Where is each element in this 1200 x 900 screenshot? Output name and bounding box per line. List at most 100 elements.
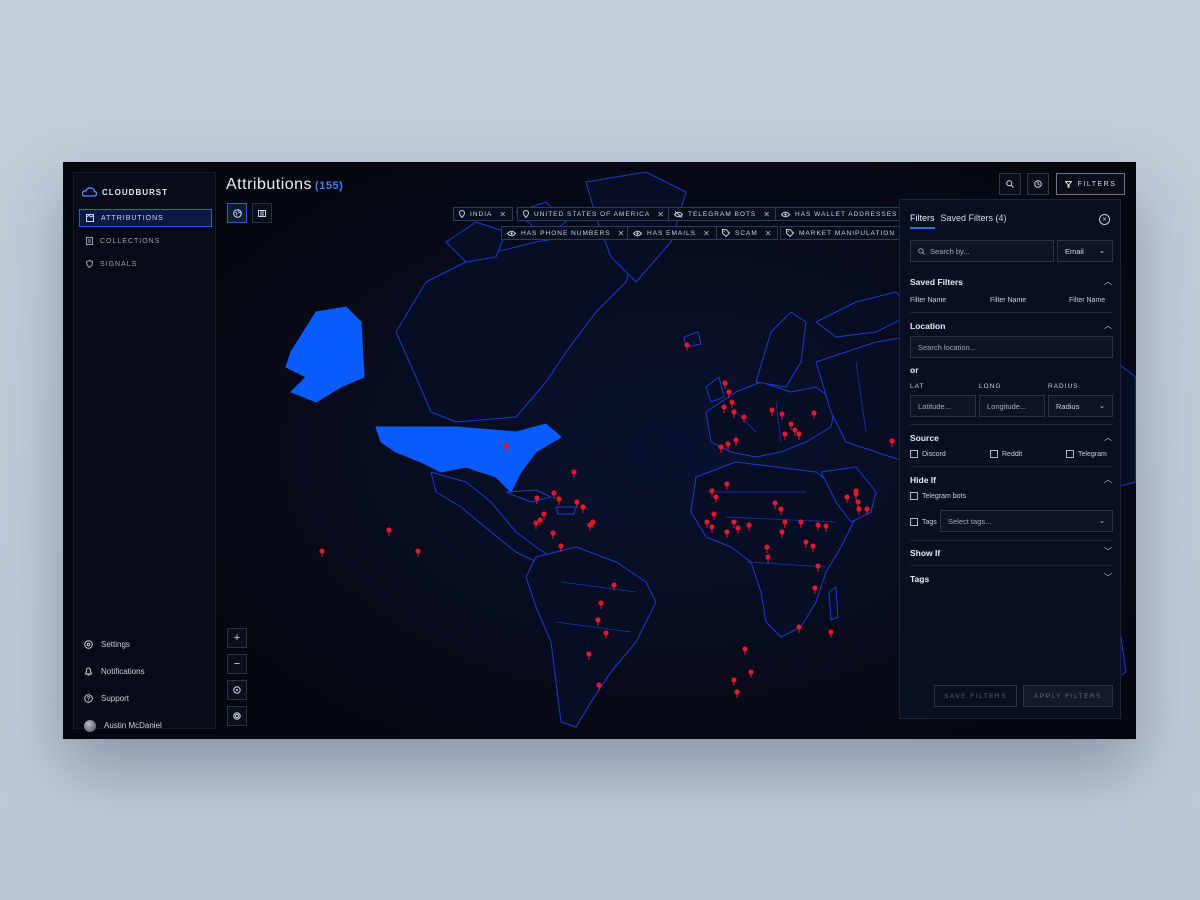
chevron-up-icon[interactable]: ︿ xyxy=(1104,320,1112,331)
recenter-button[interactable] xyxy=(227,680,247,700)
tag-icon xyxy=(722,229,730,237)
sidebar-item-signals[interactable]: SIGNALS xyxy=(79,255,212,273)
search-type-value: Email xyxy=(1065,246,1084,256)
notifications-label: Notifications xyxy=(101,667,145,676)
sidebar-item-attributions[interactable]: ATTRIBUTIONS xyxy=(79,209,212,227)
chip-label: SCAM xyxy=(735,229,758,237)
attribution-pin xyxy=(828,629,834,635)
source-telegram-checkbox[interactable]: Telegram xyxy=(1066,450,1107,458)
tab-filters[interactable]: Filters xyxy=(910,213,935,229)
checkbox[interactable] xyxy=(1066,450,1074,458)
filter-chip-market-manipulation[interactable]: MARKET MANIPULATION✕ xyxy=(780,226,916,240)
user-profile[interactable]: Austin McDaniel xyxy=(84,712,209,739)
checkbox[interactable] xyxy=(910,518,918,526)
source-reddit-checkbox[interactable]: Reddit xyxy=(990,450,1022,458)
settings-label: Settings xyxy=(101,640,130,649)
table-view-toggle[interactable] xyxy=(252,203,272,223)
attribution-pin xyxy=(711,511,717,517)
attribution-pin xyxy=(823,523,829,529)
checkbox[interactable] xyxy=(910,450,918,458)
close-icon[interactable]: ✕ xyxy=(1099,214,1110,225)
search-input[interactable]: Search by... xyxy=(910,240,1054,262)
zoom-in-button[interactable]: + xyxy=(227,628,247,648)
filter-chip-emails[interactable]: HAS EMAILS ✕ xyxy=(627,226,717,240)
saved-filter-item[interactable]: Filter Name xyxy=(910,297,946,304)
hide-tags-checkbox[interactable]: Tags xyxy=(910,518,937,526)
filter-chip-wallet-addresses[interactable]: HAS WALLET ADDRESSES✕ xyxy=(775,207,919,221)
tab-saved-filters[interactable]: Saved Filters (4) xyxy=(941,213,1007,229)
attribution-pin xyxy=(558,543,564,549)
support-link[interactable]: Support xyxy=(84,685,209,712)
chevron-up-icon[interactable]: ︿ xyxy=(1104,474,1112,485)
attribution-pin xyxy=(748,669,754,675)
logo-text: CLOUDBURST xyxy=(102,187,168,197)
longitude-input[interactable]: Longitude... xyxy=(979,395,1045,417)
chip-remove-icon[interactable]: ✕ xyxy=(703,229,711,238)
apply-filters-button[interactable]: APPLY FILTERS xyxy=(1023,685,1113,707)
chip-remove-icon[interactable]: ✕ xyxy=(765,229,773,238)
search-button[interactable] xyxy=(999,173,1021,195)
source-discord-checkbox[interactable]: Discord xyxy=(910,450,946,458)
filter-chip-usa[interactable]: UNITED STATES OF AMERICA ✕ xyxy=(517,207,671,221)
hide-if-title: Hide If xyxy=(910,475,936,485)
chevron-up-icon[interactable]: ︿ xyxy=(1104,276,1112,287)
chip-remove-icon[interactable]: ✕ xyxy=(618,229,626,238)
attribution-pin xyxy=(853,491,859,497)
attribution-pin xyxy=(556,496,562,502)
map-view-toggle[interactable] xyxy=(227,203,247,223)
attribution-pin xyxy=(603,630,609,636)
plus-icon: + xyxy=(233,632,241,644)
layers-button[interactable] xyxy=(227,706,247,726)
sidebar-item-collections[interactable]: COLLECTIONS xyxy=(79,232,212,250)
filter-chip-telegram-bots[interactable]: TELEGRAM BOTS ✕ xyxy=(668,207,777,221)
chevron-down-icon[interactable]: ﹀ xyxy=(1104,546,1112,557)
filters-button[interactable]: FILTERS xyxy=(1056,173,1125,195)
radius-select[interactable]: Radius ⌄ xyxy=(1048,395,1113,417)
filters-panel: Filters Saved Filters (4) ✕ Search by...… xyxy=(899,199,1121,719)
show-if-title[interactable]: Show If xyxy=(910,548,940,558)
support-label: Support xyxy=(101,694,130,703)
bell-icon xyxy=(84,667,93,676)
latitude-input[interactable]: Latitude... xyxy=(910,395,976,417)
user-name: Austin McDaniel xyxy=(104,721,162,730)
logo: CLOUDBURST xyxy=(82,187,168,197)
divider xyxy=(910,540,1112,541)
attribution-pin xyxy=(729,399,735,405)
attribution-pin xyxy=(778,506,784,512)
attribution-pin xyxy=(598,600,604,606)
chip-label: UNITED STATES OF AMERICA xyxy=(534,210,651,218)
chevron-down-icon[interactable]: ﹀ xyxy=(1104,572,1112,583)
zoom-out-button[interactable]: − xyxy=(227,654,247,674)
filter-chip-scam[interactable]: SCAM ✕ xyxy=(716,226,779,240)
saved-filter-item[interactable]: Filter Name xyxy=(990,297,1026,304)
attribution-pin xyxy=(772,500,778,506)
tags-title[interactable]: Tags xyxy=(910,574,929,584)
hide-telegram-bots-checkbox[interactable]: Telegram bots xyxy=(910,492,966,500)
filter-chip-india[interactable]: INDIA ✕ xyxy=(453,207,514,221)
saved-filter-item[interactable]: Filter Name xyxy=(1069,297,1105,304)
tags-select[interactable]: Select tags... ⌄ xyxy=(940,510,1113,532)
chevron-up-icon[interactable]: ︿ xyxy=(1104,432,1112,443)
history-button[interactable] xyxy=(1027,173,1049,195)
settings-link[interactable]: Settings xyxy=(84,631,209,658)
shield-icon xyxy=(86,260,93,268)
chip-remove-icon[interactable]: ✕ xyxy=(763,210,771,219)
chip-remove-icon[interactable]: ✕ xyxy=(499,210,507,219)
attribution-pin xyxy=(586,651,592,657)
sidebar-item-label: SIGNALS xyxy=(100,260,138,268)
app-window: CLOUDBURST ATTRIBUTIONS COLLECTIONS SIGN… xyxy=(63,162,1136,739)
sidebar-bottom-nav: Settings Notifications Support Austin Mc… xyxy=(84,631,209,739)
search-type-select[interactable]: Email ⌄ xyxy=(1057,240,1113,262)
notifications-link[interactable]: Notifications xyxy=(84,658,209,685)
checkbox[interactable] xyxy=(910,492,918,500)
divider xyxy=(910,466,1112,467)
chip-remove-icon[interactable]: ✕ xyxy=(657,210,665,219)
attribution-pin xyxy=(815,522,821,528)
attribution-pin xyxy=(713,494,719,500)
save-filters-button[interactable]: SAVE FILTERS xyxy=(934,685,1017,707)
filter-chip-phone-numbers[interactable]: HAS PHONE NUMBERS ✕ xyxy=(501,226,632,240)
cloud-logo-icon xyxy=(82,187,97,197)
checkbox[interactable] xyxy=(990,450,998,458)
location-search-input[interactable]: Search location... xyxy=(910,336,1113,358)
map-icon xyxy=(86,214,94,222)
